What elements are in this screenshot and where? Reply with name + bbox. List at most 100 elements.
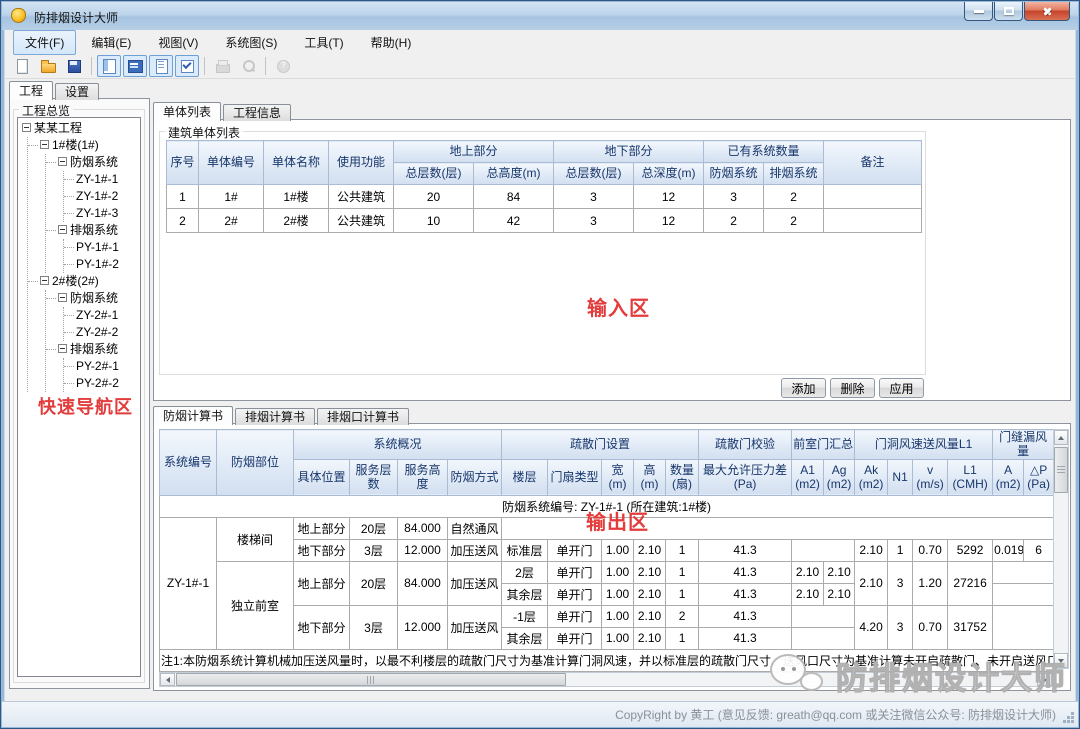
cell[interactable]: 2 — [167, 209, 199, 233]
cell[interactable] — [993, 605, 1054, 649]
tree-node-label[interactable]: 2#楼(2#) — [52, 274, 99, 288]
cell[interactable]: 3 — [554, 209, 634, 233]
save-button[interactable] — [62, 55, 86, 77]
cell[interactable]: 2.10 — [855, 561, 888, 605]
tree-node-label[interactable]: PY-2#-2 — [76, 376, 119, 390]
selected-cell[interactable] — [993, 583, 1054, 605]
menu-item[interactable]: 视图(V) — [146, 30, 210, 55]
cell[interactable]: 加压送风 — [448, 605, 502, 649]
cell[interactable]: 地下部分 — [294, 539, 350, 561]
cell[interactable]: 10 — [394, 209, 474, 233]
scroll-up-arrow[interactable] — [1054, 430, 1068, 445]
tree-node-label[interactable]: 排烟系统 — [70, 223, 118, 237]
vertical-scroll-thumb[interactable] — [1054, 447, 1068, 493]
collapse-icon[interactable] — [58, 293, 67, 302]
cell[interactable]: 3层 — [350, 539, 398, 561]
cell[interactable] — [792, 627, 855, 649]
tree-node-label[interactable]: 防烟系统 — [70, 155, 118, 169]
cell[interactable]: 1.00 — [602, 627, 634, 649]
menu-item[interactable]: 文件(F) — [13, 30, 76, 55]
cell[interactable] — [502, 517, 1054, 539]
cell[interactable]: 2.10 — [855, 539, 888, 561]
action-button[interactable]: 应用 — [879, 378, 924, 398]
cell[interactable]: 1.00 — [602, 583, 634, 605]
open-folder-button[interactable] — [36, 55, 60, 77]
tree-node-label[interactable]: ZY-2#-2 — [76, 325, 118, 339]
close-button[interactable] — [1024, 2, 1070, 21]
cell[interactable] — [824, 185, 922, 209]
tree-node-label[interactable]: PY-1#-1 — [76, 240, 119, 254]
cell[interactable]: ZY-1#-1 — [160, 517, 217, 649]
tab[interactable]: 设置 — [55, 83, 99, 100]
tree-node-label[interactable]: 某某工程 — [34, 121, 82, 135]
tree-node-label[interactable]: 1#楼(1#) — [52, 138, 99, 152]
cell[interactable]: 1 — [666, 627, 699, 649]
collapse-icon[interactable] — [22, 123, 31, 132]
cell[interactable]: 加压送风 — [448, 561, 502, 605]
cell[interactable]: 41.3 — [699, 583, 792, 605]
cell[interactable]: 2.10 — [792, 583, 824, 605]
cell[interactable]: 41.3 — [699, 605, 792, 627]
check-button[interactable] — [175, 55, 199, 77]
cell[interactable]: 6 — [1024, 539, 1054, 561]
menu-item[interactable]: 系统图(S) — [213, 30, 289, 55]
cell[interactable]: 自然通风 — [448, 517, 502, 539]
cell[interactable]: -1层 — [502, 605, 548, 627]
scroll-right-arrow[interactable] — [1037, 673, 1052, 686]
menu-item[interactable]: 帮助(H) — [359, 30, 424, 55]
cell[interactable]: 12.000 — [398, 539, 448, 561]
new-file-button[interactable] — [10, 55, 34, 77]
cell[interactable]: 单开门 — [548, 627, 602, 649]
tab[interactable]: 工程 — [9, 81, 53, 100]
cell[interactable]: 3 — [554, 185, 634, 209]
cell[interactable]: 2 — [764, 209, 824, 233]
cell[interactable]: 3 — [888, 561, 913, 605]
cell[interactable]: 20层 — [350, 517, 398, 539]
cell[interactable]: 其余层 — [502, 627, 548, 649]
cell[interactable]: 41.3 — [699, 627, 792, 649]
cell[interactable]: 2.10 — [634, 605, 666, 627]
cell[interactable]: 1.00 — [602, 605, 634, 627]
cell[interactable]: 2.10 — [634, 539, 666, 561]
scroll-left-arrow[interactable] — [160, 673, 175, 686]
cell[interactable]: 1 — [666, 583, 699, 605]
collapse-icon[interactable] — [58, 344, 67, 353]
cell[interactable]: 1 — [167, 185, 199, 209]
cell[interactable]: 5292 — [948, 539, 993, 561]
cell[interactable]: 单开门 — [548, 561, 602, 583]
resize-grip-icon[interactable] — [1071, 720, 1074, 723]
cell[interactable]: 27216 — [948, 561, 993, 605]
cell[interactable]: 3 — [704, 185, 764, 209]
collapse-icon[interactable] — [58, 157, 67, 166]
cell[interactable]: 84 — [474, 185, 554, 209]
cell[interactable]: 2 — [704, 209, 764, 233]
cell[interactable]: 2.10 — [634, 561, 666, 583]
minimize-button[interactable] — [964, 2, 993, 21]
cell[interactable]: 独立前室 — [217, 561, 294, 649]
system-diagram-button[interactable] — [123, 55, 147, 77]
cell[interactable]: 标准层 — [502, 539, 548, 561]
cell[interactable]: 42 — [474, 209, 554, 233]
cell[interactable] — [792, 539, 855, 561]
project-panel-button[interactable] — [97, 55, 121, 77]
cell[interactable]: 单开门 — [548, 583, 602, 605]
cell[interactable]: 地上部分 — [294, 517, 350, 539]
cell[interactable]: 1.20 — [913, 561, 948, 605]
cell[interactable] — [792, 605, 855, 627]
cell[interactable]: 41.3 — [699, 561, 792, 583]
cell[interactable]: 单开门 — [548, 605, 602, 627]
tree-node-label[interactable]: 排烟系统 — [70, 342, 118, 356]
cell[interactable]: 1.00 — [602, 561, 634, 583]
menu-item[interactable]: 编辑(E) — [79, 30, 143, 55]
cell[interactable]: 2.10 — [634, 627, 666, 649]
cell[interactable]: 3层 — [350, 605, 398, 649]
cell[interactable]: 1# — [199, 185, 264, 209]
tree-node-label[interactable]: 防烟系统 — [70, 291, 118, 305]
cell[interactable]: 1#楼 — [264, 185, 329, 209]
cell[interactable]: 3 — [888, 605, 913, 649]
cell[interactable]: 84.000 — [398, 561, 448, 605]
cell[interactable]: 2# — [199, 209, 264, 233]
cell[interactable]: 12.000 — [398, 605, 448, 649]
horizontal-scrollbar[interactable] — [159, 672, 1053, 687]
cell[interactable]: 31752 — [948, 605, 993, 649]
